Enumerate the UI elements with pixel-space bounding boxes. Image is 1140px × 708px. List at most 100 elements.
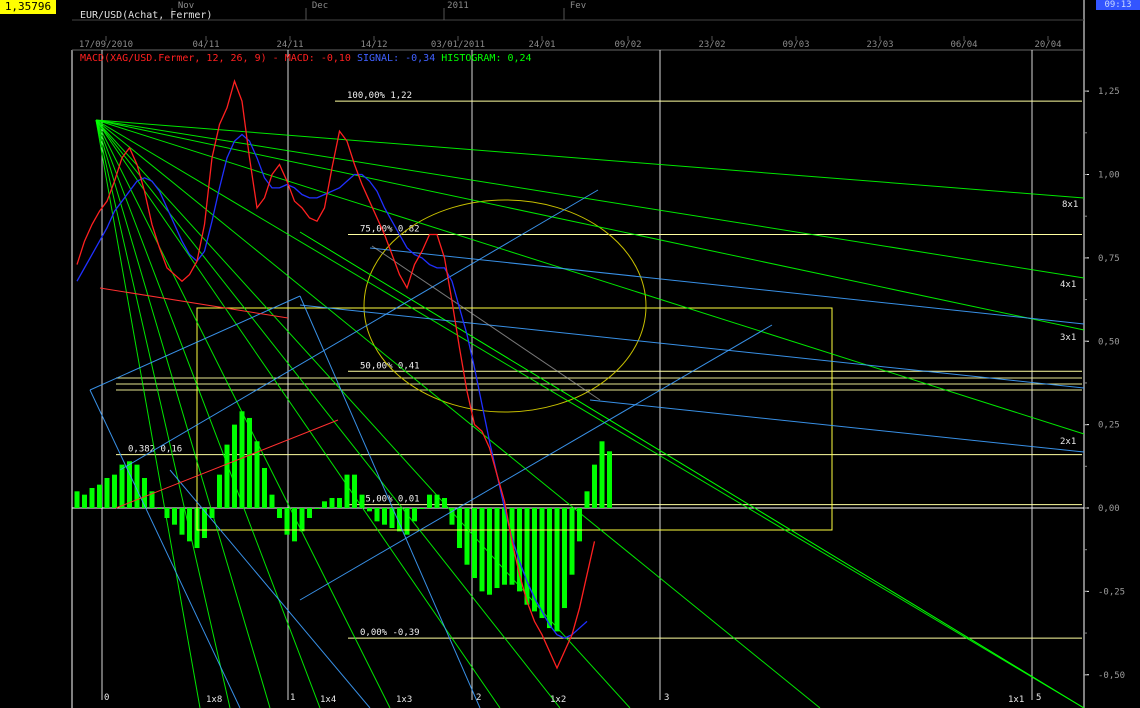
histogram-bar [172,508,177,525]
histogram-bar [277,508,282,519]
histogram-bar [524,508,530,605]
histogram-bar [127,461,132,508]
histogram-bar [599,441,605,508]
histogram-bar [224,444,230,508]
histogram-bar [352,474,357,508]
histogram-bar [262,467,267,508]
histogram-bar [547,508,552,629]
histogram-bar [119,464,125,508]
gann-fan-line-8 [95,119,501,708]
histogram-bar [157,508,162,509]
gann-fan-line-3 [95,119,1085,435]
gann-label-2: 3x1 [1060,333,1076,343]
histogram-bar [592,464,597,508]
month-label-1: Dec [312,1,328,11]
y-tick-label-6: -0,25 [1098,587,1125,597]
date-label-10: 06/04 [950,40,977,50]
month-label-3: Fev [570,1,586,11]
month-label-2: 2011 [447,1,469,11]
histogram-bar [97,484,102,508]
histogram-bar [412,508,417,522]
fib-label-1: 75,00% 0,82 [360,225,420,235]
fib-label-5: 0,00% -0,39 [360,628,420,638]
channel-line-0 [369,247,1085,325]
fib-label-2: 50,00% 0,41 [360,361,420,371]
histogram-bar [142,477,147,508]
histogram-bar [359,494,365,508]
y-tick-label-0: 1,25 [1098,87,1120,97]
histogram-bar [554,508,560,632]
gann-label-4: 1x1 [1008,695,1024,705]
histogram-bar [239,411,245,508]
histogram-bar [367,508,372,512]
histogram-bar [569,508,575,575]
gann-fan-line-2 [95,119,1085,331]
legend-histogram: HISTOGRAM: 0,24 [435,53,531,64]
histogram-bar [457,508,462,549]
histogram-bar [442,497,447,508]
histogram-bar [562,508,567,609]
date-label-7: 23/02 [698,40,725,50]
bottom-mark-3: 3 [664,693,669,703]
histogram-bar [374,508,380,522]
y-tick-label-7: -0,50 [1098,671,1125,681]
histogram-bar [464,508,470,565]
histogram-bar [532,508,537,612]
date-label-8: 09/03 [782,40,809,50]
date-label-4: 03/01/2011 [431,40,485,50]
histogram-bar [584,491,590,508]
chart-canvas: Nov Dec 2011 Fev17/09/2010 04/11 24/11 14/12 03… [71,0,1125,708]
histogram-bar [479,508,485,592]
y-tick-label-1: 1,00 [1098,171,1120,181]
histogram-bar [337,497,342,508]
gann-label-0: 8x1 [1062,200,1078,210]
histogram-bar [104,477,110,508]
legend-macd: MACD(XAG/USD.Fermer, 12, 26, 9) - MACD: … [80,53,351,64]
gann-label-1: 4x1 [1060,280,1076,290]
y-tick-label-4: 0,25 [1098,421,1120,431]
histogram-bar [269,494,275,508]
histogram-bar [472,508,477,579]
channel-line-3 [119,189,599,471]
histogram-bar [607,451,612,508]
histogram-bar [539,508,545,619]
gann-label-8: 1x8 [206,695,222,705]
histogram-bar [502,508,507,585]
histogram-bar [314,508,320,509]
histogram-bar [179,508,185,535]
gann-fan-line-10 [95,119,321,708]
histogram-bar [434,494,440,508]
gann-fan-line-0 [95,119,1085,199]
macd-line [76,79,596,670]
gann-label-6: 1x3 [396,695,412,705]
window-title: EUR/USD(Achat, Fermer) [80,10,212,21]
gann-fan-line-7 [95,119,561,708]
histogram-bar [322,501,327,508]
histogram-bar [307,508,312,519]
y-tick-label-5: 0,00 [1098,504,1120,514]
histogram-bar [217,474,222,508]
indicator-legend: MACD(XAG/USD.Fermer, 12, 26, 9) - MACD: … [80,53,532,64]
price-box: 1,35796 [0,0,56,14]
date-label-3: 14/12 [360,40,387,50]
gann-fan-line-9 [95,119,391,708]
bottom-mark-2: 2 [476,693,481,703]
date-label-6: 09/02 [614,40,641,50]
fib-label-0: 100,00% 1,22 [347,91,412,101]
histogram-bar [427,494,432,508]
histogram-bar [382,508,387,525]
date-label-11: 20/04 [1034,40,1061,50]
histogram-bar [112,474,117,508]
date-label-2: 24/11 [276,40,303,50]
y-tick-label-3: 0,50 [1098,337,1120,347]
y-tick-label-2: 0,75 [1098,254,1120,264]
bottom-mark-4: 5 [1036,693,1041,703]
histogram-bar [419,508,425,509]
histogram-bar [89,487,95,508]
histogram-bar [329,497,335,508]
legend-signal: SIGNAL: -0,34 [351,53,435,64]
channel-line-1 [299,304,1085,389]
gann-label-5: 1x2 [550,695,566,705]
channel-line-5 [89,295,301,391]
histogram-bar [74,491,80,508]
